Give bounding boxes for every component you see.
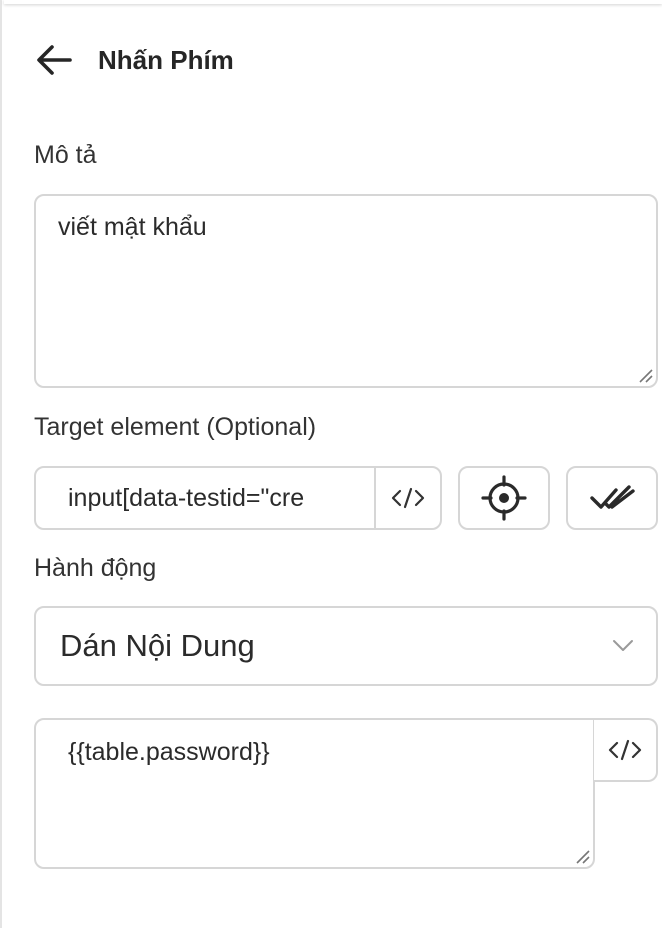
content-textarea[interactable]: {{table.password}} xyxy=(34,718,595,869)
target-code-button[interactable] xyxy=(374,468,440,528)
target-element-group: input[data-testid="cre xyxy=(34,466,442,530)
page-title: Nhấn Phím xyxy=(98,44,234,75)
resize-grip-icon[interactable] xyxy=(636,366,654,384)
action-select[interactable]: Dán Nội Dung xyxy=(34,606,658,686)
content-value: {{table.password}} xyxy=(68,738,270,766)
description-textarea[interactable]: viết mật khẩu xyxy=(34,194,658,388)
action-selected-value: Dán Nội Dung xyxy=(60,628,255,663)
target-element-label: Target element (Optional) xyxy=(34,413,317,441)
crosshair-icon xyxy=(481,475,527,521)
chevron-down-icon xyxy=(613,640,633,651)
description-value: viết mật khẩu xyxy=(58,213,207,241)
top-edge xyxy=(4,0,662,4)
panel-left-border xyxy=(0,0,2,928)
verify-element-button[interactable] xyxy=(566,466,658,530)
target-element-input[interactable]: input[data-testid="cre xyxy=(36,468,374,528)
panel-header: Nhấn Phím xyxy=(34,36,234,84)
code-icon xyxy=(608,739,642,761)
resize-grip-icon[interactable] xyxy=(573,847,591,865)
pick-element-button[interactable] xyxy=(458,466,550,530)
description-label: Mô tả xyxy=(34,141,97,169)
double-check-icon xyxy=(590,485,635,509)
arrow-left-icon xyxy=(37,45,72,75)
action-label: Hành động xyxy=(34,554,157,582)
back-button[interactable] xyxy=(34,36,82,84)
code-icon xyxy=(391,487,425,509)
content-code-button[interactable] xyxy=(594,718,658,782)
